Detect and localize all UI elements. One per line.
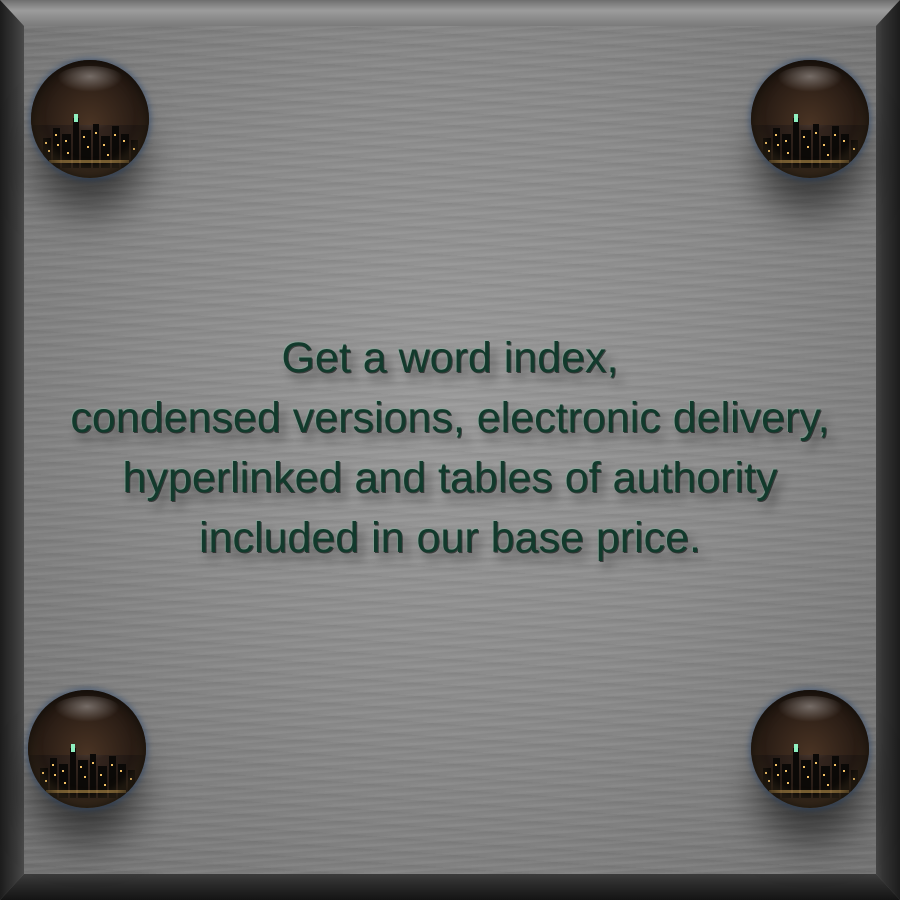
message-line: included in our base price. — [199, 514, 701, 562]
glass-sphere-icon — [31, 60, 149, 178]
promo-message: Get a word index, condensed versions, el… — [0, 328, 900, 568]
message-line: hyperlinked and tables of authority — [122, 454, 778, 502]
frame-bevel-top — [0, 0, 900, 26]
message-line: Get a word index, — [281, 334, 619, 382]
wood-plaque: Get a word index, condensed versions, el… — [0, 0, 900, 900]
glass-sphere-icon — [751, 690, 869, 808]
glass-sphere-icon — [28, 690, 146, 808]
message-line: condensed versions, electronic delivery, — [70, 394, 830, 442]
glass-sphere-icon — [751, 60, 869, 178]
frame-bevel-bottom — [0, 874, 900, 900]
